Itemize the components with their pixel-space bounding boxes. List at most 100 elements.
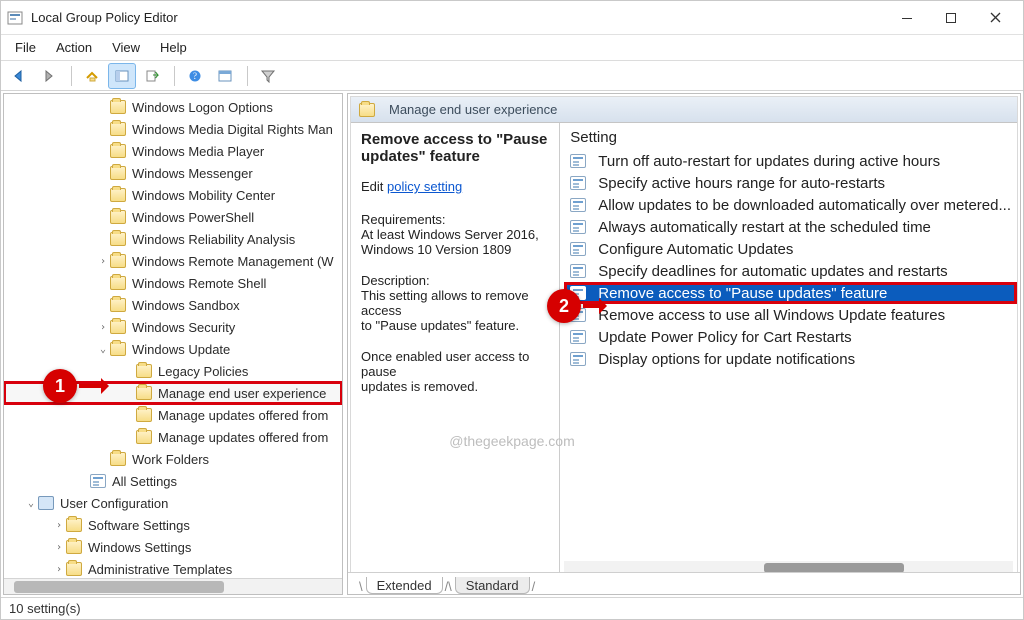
edit-policy-link[interactable]: policy setting (387, 179, 462, 194)
setting-label: Configure Automatic Updates (598, 241, 793, 258)
close-button[interactable] (973, 3, 1017, 33)
properties-button[interactable] (211, 63, 239, 89)
setting-item[interactable]: Configure Automatic Updates (564, 238, 1017, 260)
policy-icon (570, 242, 586, 256)
setting-item[interactable]: Specify deadlines for automatic updates … (564, 260, 1017, 282)
folder-icon (110, 452, 126, 466)
selected-policy-title: Remove access to "Pause updates" feature (361, 131, 547, 165)
menu-view[interactable]: View (104, 38, 148, 57)
tree-item[interactable]: Windows Remote Shell (4, 272, 342, 294)
policy-icon (570, 176, 586, 190)
setting-label: Allow updates to be downloaded automatic… (598, 197, 1011, 214)
setting-label: Remove access to "Pause updates" feature (598, 285, 887, 302)
tree-item[interactable]: Manage updates offered from (4, 426, 342, 448)
tree-item[interactable]: Windows Reliability Analysis (4, 228, 342, 250)
setting-item[interactable]: Allow updates to be downloaded automatic… (564, 194, 1017, 216)
setting-item[interactable]: Turn off auto-restart for updates during… (564, 150, 1017, 172)
help-button[interactable]: ? (181, 63, 209, 89)
chevron-down-icon[interactable]: ⌄ (96, 344, 110, 355)
folder-icon (110, 232, 126, 246)
description-line: This setting allows to remove access (361, 288, 549, 318)
settings-icon (90, 474, 106, 488)
toolbar-separator (174, 66, 175, 86)
tab-standard[interactable]: Standard (455, 577, 530, 594)
menu-bar: File Action View Help (1, 35, 1023, 61)
folder-icon (110, 122, 126, 136)
tree-item[interactable]: Windows Mobility Center (4, 184, 342, 206)
export-button[interactable] (138, 63, 166, 89)
minimize-button[interactable] (885, 3, 929, 33)
details-pane: Manage end user experience Remove access… (347, 93, 1021, 595)
tree-pane: Windows Logon Options Windows Media Digit… (3, 93, 343, 595)
chevron-right-icon[interactable]: › (96, 256, 110, 267)
description-line: to "Pause updates" feature. (361, 318, 549, 333)
description-label: Description: (361, 273, 549, 288)
policy-icon (570, 330, 586, 344)
tree-item[interactable]: Work Folders (4, 448, 342, 470)
annotation-arrow-1 (79, 384, 107, 388)
menu-file[interactable]: File (7, 38, 44, 57)
menu-help[interactable]: Help (152, 38, 195, 57)
folder-icon (136, 386, 152, 400)
chevron-right-icon[interactable]: › (96, 322, 110, 333)
folder-icon (110, 144, 126, 158)
policy-icon (570, 154, 586, 168)
tree-item[interactable]: Windows Messenger (4, 162, 342, 184)
setting-label: Update Power Policy for Cart Restarts (598, 329, 851, 346)
chevron-right-icon[interactable]: › (52, 564, 66, 575)
setting-item[interactable]: Remove access to "Pause updates" feature (564, 282, 1017, 304)
setting-item[interactable]: Always automatically restart at the sche… (564, 216, 1017, 238)
folder-icon (110, 276, 126, 290)
maximize-button[interactable] (929, 3, 973, 33)
status-bar: 10 setting(s) (1, 597, 1023, 619)
settings-column-header[interactable]: Setting (564, 127, 1017, 150)
requirements-line: Windows 10 Version 1809 (361, 242, 549, 257)
tree-item[interactable]: ›Windows Security (4, 316, 342, 338)
tree-item[interactable]: ›Windows Remote Management (W (4, 250, 342, 272)
setting-item[interactable]: Update Power Policy for Cart Restarts (564, 326, 1017, 348)
filter-button[interactable] (254, 63, 282, 89)
setting-label: Display options for update notifications (598, 351, 855, 368)
tree-item[interactable]: ›Windows Settings (4, 536, 342, 558)
tree-scroll[interactable]: Windows Logon Options Windows Media Digit… (4, 94, 342, 576)
setting-item[interactable]: Specify active hours range for auto-rest… (564, 172, 1017, 194)
chevron-right-icon[interactable]: › (52, 520, 66, 531)
menu-action[interactable]: Action (48, 38, 100, 57)
tree-item[interactable]: › Software Settings (4, 514, 342, 536)
forward-button[interactable] (35, 63, 63, 89)
tree-item-label: Software Settings (88, 518, 190, 533)
setting-item[interactable]: Remove access to use all Windows Update … (564, 304, 1017, 326)
setting-label: Turn off auto-restart for updates during… (598, 153, 940, 170)
setting-item[interactable]: Display options for update notifications (564, 348, 1017, 370)
tree-item[interactable]: ⌄ User Configuration (4, 492, 342, 514)
chevron-down-icon[interactable]: ⌄ (24, 498, 38, 509)
tree-item[interactable]: Windows PowerShell (4, 206, 342, 228)
show-tree-button[interactable] (108, 63, 136, 89)
tree-item[interactable]: Manage updates offered from (4, 404, 342, 426)
tree-item[interactable]: Windows Media Digital Rights Man (4, 118, 342, 140)
folder-icon (66, 562, 82, 576)
folder-icon (110, 342, 126, 356)
folder-icon (110, 320, 126, 334)
up-button[interactable] (78, 63, 106, 89)
tree-item[interactable]: Windows Sandbox (4, 294, 342, 316)
annotation-badge-2: 2 (547, 289, 581, 323)
tree-item[interactable]: ⌄Windows Update (4, 338, 342, 360)
toolbar: ? (1, 61, 1023, 91)
chevron-right-icon[interactable]: › (52, 542, 66, 553)
description-line: updates is removed. (361, 379, 549, 394)
tree-item-label: Legacy Policies (158, 364, 248, 379)
tree-item-label: User Configuration (60, 496, 168, 511)
tree-item[interactable]: Windows Media Player (4, 140, 342, 162)
back-button[interactable] (5, 63, 33, 89)
tree-item-label: Windows Remote Shell (132, 276, 266, 291)
tree-item[interactable]: ›Administrative Templates (4, 558, 342, 576)
folder-icon (136, 364, 152, 378)
toolbar-separator (71, 66, 72, 86)
tree-item[interactable]: Windows Logon Options (4, 96, 342, 118)
tab-extended[interactable]: Extended (366, 577, 443, 594)
tree-item[interactable]: All Settings (4, 470, 342, 492)
tree-h-scrollbar[interactable] (4, 578, 342, 594)
tree-item-label: Windows Media Player (132, 144, 264, 159)
tree-item-label: Windows Logon Options (132, 100, 273, 115)
